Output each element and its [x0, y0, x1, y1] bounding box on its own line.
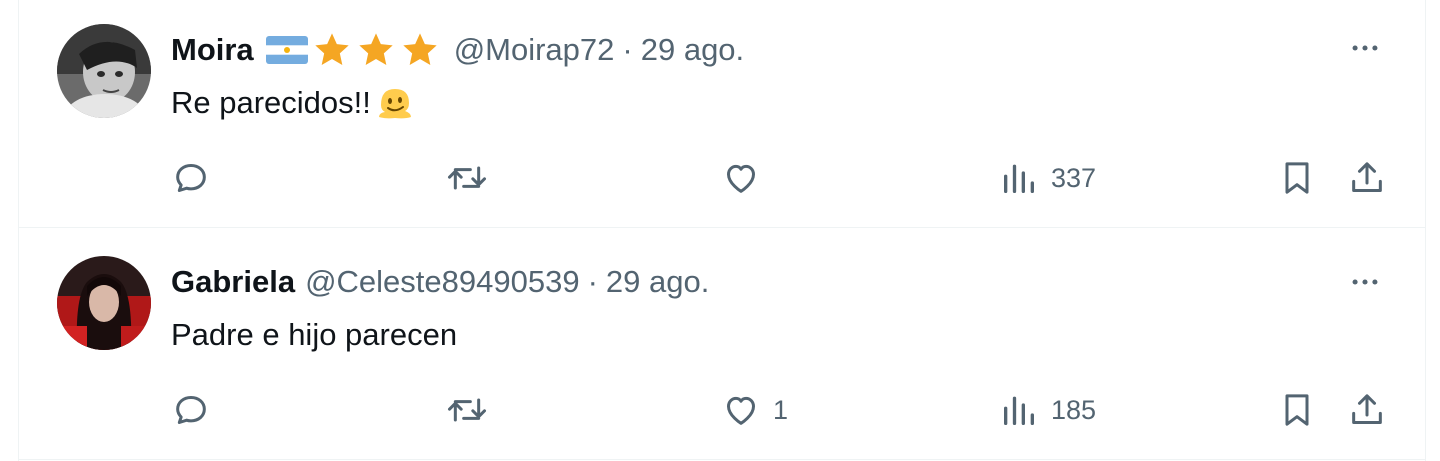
star-icon [312, 30, 352, 70]
more-options-button[interactable] [1345, 28, 1385, 68]
like-count: 1 [773, 394, 789, 425]
like-button[interactable]: 1 [721, 388, 788, 432]
tweet-date[interactable]: 29 ago. [606, 264, 709, 300]
author-handle[interactable]: @Celeste89490539 [305, 264, 580, 300]
share-icon [1352, 394, 1382, 424]
retweet-icon [448, 398, 486, 422]
tweet-header: Moira @Moirap72 · 29 ago. [171, 28, 744, 72]
retweet-button[interactable] [445, 388, 501, 432]
more-icon [1352, 45, 1378, 51]
star-icon [356, 30, 396, 70]
bookmark-icon [1285, 162, 1309, 194]
avatar[interactable] [57, 256, 151, 350]
retweet-button[interactable] [445, 156, 501, 200]
share-button[interactable] [1347, 388, 1387, 432]
author-name[interactable]: Moira [171, 32, 254, 68]
author-name[interactable]: Gabriela [171, 264, 295, 300]
share-icon [1352, 162, 1382, 192]
tweet-gabriela[interactable]: Gabriela @Celeste89490539 · 29 ago. Padr… [19, 228, 1425, 460]
tweet-text: Padre e hijo parecen [171, 314, 457, 356]
tweet-text-content: Padre e hijo parecen [171, 317, 458, 352]
melting-face-emoji-icon [375, 83, 415, 123]
reply-button[interactable] [171, 156, 223, 200]
bookmark-button[interactable] [1277, 388, 1317, 432]
more-options-button[interactable] [1345, 262, 1385, 302]
reply-button[interactable] [171, 388, 223, 432]
reply-icon [176, 396, 206, 424]
tweet-text-content: Re parecidos!! [171, 85, 371, 120]
heart-icon [727, 164, 755, 193]
views-icon [1004, 396, 1034, 425]
bookmark-icon [1285, 394, 1309, 426]
tweet-date[interactable]: 29 ago. [641, 32, 744, 68]
retweet-icon [448, 166, 486, 190]
tweet-text: Re parecidos!! [171, 82, 415, 124]
tweet-moira[interactable]: Moira @Moirap72 · 29 ago. Re parecidos!!… [19, 0, 1425, 228]
views-button[interactable]: 337 [999, 156, 1096, 200]
views-icon [1004, 164, 1034, 193]
star-badges [312, 30, 444, 70]
tweet-header: Gabriela @Celeste89490539 · 29 ago. [171, 260, 709, 304]
view-count: 337 [1051, 162, 1097, 193]
star-icon [400, 30, 440, 70]
bookmark-button[interactable] [1277, 156, 1317, 200]
view-count: 185 [1051, 394, 1097, 425]
argentina-flag-icon [265, 36, 308, 64]
separator-dot: · [587, 264, 598, 299]
reply-feed: Moira @Moirap72 · 29 ago. Re parecidos!!… [18, 0, 1426, 461]
reply-icon [176, 164, 206, 192]
heart-icon [727, 396, 755, 425]
share-button[interactable] [1347, 156, 1387, 200]
more-icon [1352, 279, 1378, 285]
author-handle[interactable]: @Moirap72 [454, 32, 615, 68]
views-button[interactable]: 185 [999, 388, 1096, 432]
like-button[interactable] [721, 156, 773, 200]
avatar[interactable] [57, 24, 151, 118]
separator-dot: · [622, 32, 633, 67]
